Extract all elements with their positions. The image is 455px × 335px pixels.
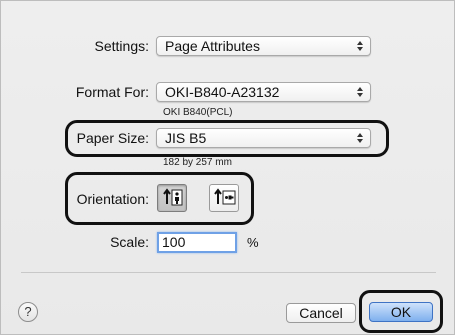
orientation-label: Orientation: [76,191,149,207]
format-for-popup[interactable]: OKI-B840-A23132 [156,82,371,102]
scale-unit: % [247,235,259,250]
page-setup-panel: Settings: Page Attributes Format For: OK… [0,0,455,335]
paper-size-subtitle: 182 by 257 mm [163,157,232,168]
paper-size-popup[interactable]: JIS B5 [156,128,371,148]
paper-size-value: JIS B5 [165,130,207,146]
divider [21,272,436,273]
up-down-arrows-icon [357,87,363,97]
landscape-orientation-icon [214,188,236,205]
settings-label: Settings: [94,38,149,54]
ok-button[interactable]: OK [369,302,433,322]
format-for-label: Format For: [75,84,149,100]
portrait-orientation-icon [163,188,183,206]
settings-popup[interactable]: Page Attributes [156,36,371,56]
settings-value: Page Attributes [165,38,260,54]
scale-label: Scale: [110,234,149,250]
paper-size-label: Paper Size: [76,130,149,146]
up-down-arrows-icon [357,133,363,143]
format-for-value: OKI-B840-A23132 [165,84,280,100]
format-for-subtitle: OKI B840(PCL) [163,107,233,118]
up-down-arrows-icon [357,41,363,51]
scale-input[interactable]: 100 [157,232,237,253]
cancel-button[interactable]: Cancel [286,303,356,323]
portrait-orientation-button[interactable] [157,184,187,212]
landscape-orientation-button[interactable] [209,184,239,212]
help-button[interactable]: ? [18,302,38,322]
